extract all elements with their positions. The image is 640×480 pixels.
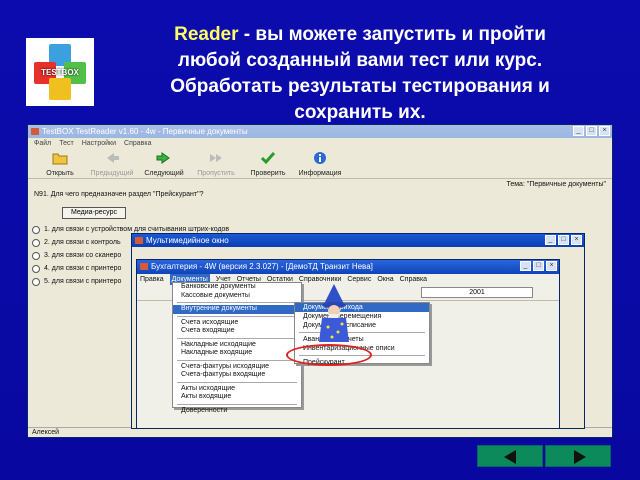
maximize-button[interactable]: □ xyxy=(558,235,569,245)
menu-item[interactable]: Доверенности xyxy=(173,407,301,416)
wizard-icon xyxy=(319,284,349,342)
left-arrow-icon xyxy=(504,450,516,464)
close-button[interactable]: × xyxy=(599,126,610,136)
title-line3: Обработать результаты тестирования и xyxy=(170,76,550,97)
logo-text: TESTBOX xyxy=(41,68,79,77)
menu-item[interactable]: Счета входящие xyxy=(173,327,301,336)
info-icon xyxy=(314,152,326,164)
menu-item[interactable]: Счета исходящие xyxy=(173,319,301,328)
testreader-title: TestBOX TestReader v1.60 - 4w - Первичны… xyxy=(42,127,248,136)
menu-item-internal-docs[interactable]: Внутренние документы xyxy=(173,305,301,314)
accounting-titlebar: Бухгалтерия - 4W (версия 2.3.027) - [Дем… xyxy=(137,260,559,274)
folder-icon xyxy=(52,153,68,165)
radio-button[interactable] xyxy=(32,277,40,286)
menu-edit[interactable]: Правка xyxy=(140,274,164,285)
skip-icon xyxy=(210,154,222,162)
menu-item[interactable]: Кассовые документы xyxy=(173,292,301,301)
title-rest: - вы можете запустить и пройти xyxy=(238,24,546,45)
radio-button[interactable] xyxy=(32,264,40,273)
testbox-logo: TESTBOX xyxy=(26,38,94,106)
next-button[interactable]: Следующий xyxy=(140,148,188,178)
menu-item[interactable]: Акты исходящие xyxy=(173,385,301,394)
accounting-title: Бухгалтерия - 4W (версия 2.3.027) - [Дем… xyxy=(151,262,373,271)
close-button[interactable]: × xyxy=(546,261,557,271)
multimedia-title: Мультимедийное окно xyxy=(146,236,229,245)
minimize-button[interactable]: _ xyxy=(573,126,584,136)
close-button[interactable]: × xyxy=(571,235,582,245)
app-icon xyxy=(31,128,39,135)
right-arrow-icon xyxy=(574,450,586,464)
documents-dropdown: Банковские документы Кассовые документы … xyxy=(172,282,302,414)
highlight-oval xyxy=(286,344,372,366)
menu-item[interactable]: Счета-фактуры исходящие xyxy=(173,363,301,372)
menu-item[interactable]: Счета-фактуры входящие xyxy=(173,371,301,380)
minimize-button[interactable]: _ xyxy=(520,261,531,271)
menu-separator xyxy=(177,403,297,405)
multimedia-titlebar: Мультимедийное окно _ □ × xyxy=(132,234,584,247)
menu-windows[interactable]: Окна xyxy=(377,274,393,285)
menu-separator xyxy=(177,315,297,317)
menu-item[interactable]: Накладные входящие xyxy=(173,349,301,358)
question-text: N91. Для чего предназначен раздел "Прейс… xyxy=(34,191,204,198)
testreader-titlebar: TestBOX TestReader v1.60 - 4w - Первичны… xyxy=(28,125,612,138)
testreader-toolbar: Открыть Предыдущий Следующий Пропустить … xyxy=(28,149,612,179)
topic-label: Тема: "Первичные документы" xyxy=(506,181,606,188)
menu-item[interactable]: Банковские документы xyxy=(173,283,301,292)
skip-button[interactable]: Пропустить xyxy=(192,148,240,178)
menu-separator xyxy=(177,337,297,339)
title-line2: любой созданный вами тест или курс. xyxy=(177,50,543,71)
title-accent: Reader xyxy=(174,24,239,45)
app-icon xyxy=(140,263,148,270)
menu-separator xyxy=(177,359,297,361)
app-icon xyxy=(135,237,143,244)
check-button[interactable]: Проверить xyxy=(244,148,292,178)
open-button[interactable]: Открыть xyxy=(36,148,84,178)
title-line4: сохранить их. xyxy=(294,102,426,123)
menu-help[interactable]: Справка xyxy=(400,274,427,285)
forward-arrow-icon xyxy=(156,152,170,164)
radio-button[interactable] xyxy=(32,238,40,247)
maximize-button[interactable]: □ xyxy=(533,261,544,271)
check-icon xyxy=(260,152,276,165)
info-button[interactable]: Информация xyxy=(296,148,344,178)
maximize-button[interactable]: □ xyxy=(586,126,597,136)
back-arrow-icon xyxy=(107,153,119,163)
previous-button[interactable]: Предыдущий xyxy=(88,148,136,178)
media-resource-button[interactable]: Медиа-ресурс xyxy=(62,207,126,219)
next-slide-button[interactable] xyxy=(545,445,611,467)
menu-item[interactable]: Накладные исходящие xyxy=(173,341,301,350)
radio-button[interactable] xyxy=(32,251,40,260)
menu-separator xyxy=(177,381,297,383)
minimize-button[interactable]: _ xyxy=(545,235,556,245)
radio-button[interactable] xyxy=(32,225,40,234)
previous-slide-button[interactable] xyxy=(477,445,543,467)
year-field[interactable]: 2001 xyxy=(421,287,533,298)
slide-title: Reader - вы можете запустить и пройти лю… xyxy=(110,22,610,126)
menu-separator xyxy=(177,302,297,303)
menu-item[interactable]: Акты входящие xyxy=(173,393,301,402)
